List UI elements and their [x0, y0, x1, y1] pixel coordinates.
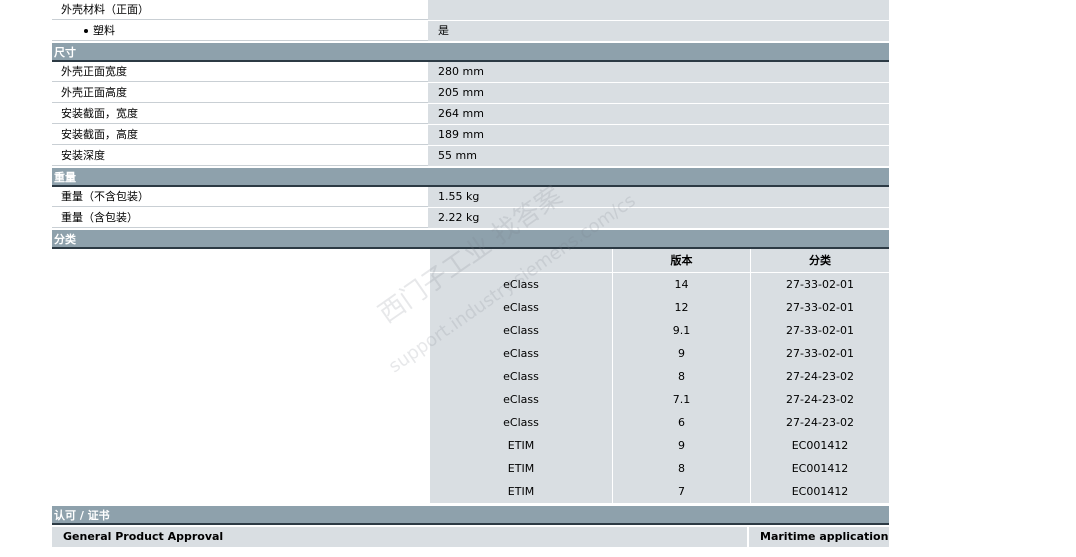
spec-label-text: 塑料 — [93, 24, 115, 37]
spec-value: 205 mm — [428, 83, 889, 103]
classification-row: eClass 12 27-33-02-01 — [430, 296, 889, 319]
classification-row: eClass 14 27-33-02-01 — [430, 273, 889, 296]
approval-header-row: General Product Approval Maritime applic… — [52, 527, 889, 547]
spec-label: 塑料 — [52, 21, 428, 41]
system-cell: eClass — [430, 342, 613, 365]
spec-label: 重量（不含包装） — [52, 187, 428, 207]
spec-row: 安装截面，高度 189 mm — [52, 125, 889, 146]
section-header-approvals: 认可 / 证书 — [52, 506, 889, 525]
spec-value: 是 — [428, 21, 889, 41]
system-cell: ETIM — [430, 480, 613, 503]
system-cell: ETIM — [430, 457, 613, 480]
spec-row: 外壳正面宽度 280 mm — [52, 62, 889, 83]
spec-row: 安装深度 55 mm — [52, 146, 889, 167]
classification-row: eClass 6 27-24-23-02 — [430, 411, 889, 434]
spec-label: 安装截面，高度 — [52, 125, 428, 145]
class-cell: 27-33-02-01 — [751, 319, 889, 342]
spec-value: 2.22 kg — [428, 208, 889, 228]
classification-row: ETIM 8 EC001412 — [430, 457, 889, 480]
version-cell: 8 — [613, 457, 751, 480]
classification-row: eClass 8 27-24-23-02 — [430, 365, 889, 388]
spec-label: 外壳正面宽度 — [52, 62, 428, 82]
spec-value: 189 mm — [428, 125, 889, 145]
class-cell: 27-24-23-02 — [751, 388, 889, 411]
classification-spacer — [52, 249, 430, 505]
system-cell: eClass — [430, 388, 613, 411]
class-cell: EC001412 — [751, 480, 889, 503]
version-cell: 9 — [613, 342, 751, 365]
section-header-classification: 分类 — [52, 230, 889, 249]
spec-row: 外壳正面高度 205 mm — [52, 83, 889, 104]
section-header-weight: 重量 — [52, 168, 889, 187]
spec-value: 55 mm — [428, 146, 889, 166]
spec-row: 重量（含包装） 2.22 kg — [52, 208, 889, 229]
system-cell: ETIM — [430, 434, 613, 457]
classification-row: ETIM 9 EC001412 — [430, 434, 889, 457]
class-cell: 27-24-23-02 — [751, 411, 889, 434]
class-cell: 27-24-23-02 — [751, 365, 889, 388]
general-approval-header: General Product Approval — [52, 527, 749, 547]
class-cell: 27-33-02-01 — [751, 342, 889, 365]
classification-table: 版本 分类 eClass 14 27-33-02-01 eClass 12 27-33-0… — [430, 249, 889, 505]
spec-row: 重量（不含包装） 1.55 kg — [52, 187, 889, 208]
classification-row: eClass 9 27-33-02-01 — [430, 342, 889, 365]
system-cell: eClass — [430, 411, 613, 434]
class-cell: EC001412 — [751, 434, 889, 457]
system-cell: eClass — [430, 365, 613, 388]
spec-value: 264 mm — [428, 104, 889, 124]
version-cell: 9.1 — [613, 319, 751, 342]
version-cell: 12 — [613, 296, 751, 319]
classification-row: eClass 7.1 27-24-23-02 — [430, 388, 889, 411]
classification-header-row: 版本 分类 — [430, 249, 889, 273]
version-cell: 14 — [613, 273, 751, 296]
system-cell: eClass — [430, 296, 613, 319]
classification-row: eClass 9.1 27-33-02-01 — [430, 319, 889, 342]
class-cell: 27-33-02-01 — [751, 273, 889, 296]
spec-value: 1.55 kg — [428, 187, 889, 207]
spec-label: 外壳正面高度 — [52, 83, 428, 103]
version-cell: 6 — [613, 411, 751, 434]
bullet-icon — [84, 29, 88, 33]
spec-row-plastic: 塑料 是 — [52, 21, 889, 42]
version-cell: 9 — [613, 434, 751, 457]
maritime-application-header: Maritime application — [749, 527, 889, 547]
column-header-class: 分类 — [751, 249, 889, 273]
column-header-version: 版本 — [613, 249, 751, 273]
version-cell: 7 — [613, 480, 751, 503]
spec-label: 外壳材料（正面） — [52, 0, 428, 20]
spec-label: 安装截面，宽度 — [52, 104, 428, 124]
system-cell: eClass — [430, 273, 613, 296]
spec-label: 安装深度 — [52, 146, 428, 166]
spec-row: 安装截面，宽度 264 mm — [52, 104, 889, 125]
version-cell: 8 — [613, 365, 751, 388]
spec-value: 280 mm — [428, 62, 889, 82]
column-header-system — [430, 249, 613, 273]
classification-row: ETIM 7 EC001412 — [430, 480, 889, 503]
spec-row-housing-material: 外壳材料（正面） — [52, 0, 889, 21]
classification-block: 版本 分类 eClass 14 27-33-02-01 eClass 12 27-33-0… — [52, 249, 889, 505]
class-cell: EC001412 — [751, 457, 889, 480]
system-cell: eClass — [430, 319, 613, 342]
class-cell: 27-33-02-01 — [751, 296, 889, 319]
section-header-dimensions: 尺寸 — [52, 43, 889, 62]
spec-document: 外壳材料（正面） 塑料 是 尺寸 外壳正面宽度 280 mm 外壳正面高度 20… — [52, 0, 889, 547]
version-cell: 7.1 — [613, 388, 751, 411]
spec-label: 重量（含包装） — [52, 208, 428, 228]
spec-value — [428, 0, 889, 20]
